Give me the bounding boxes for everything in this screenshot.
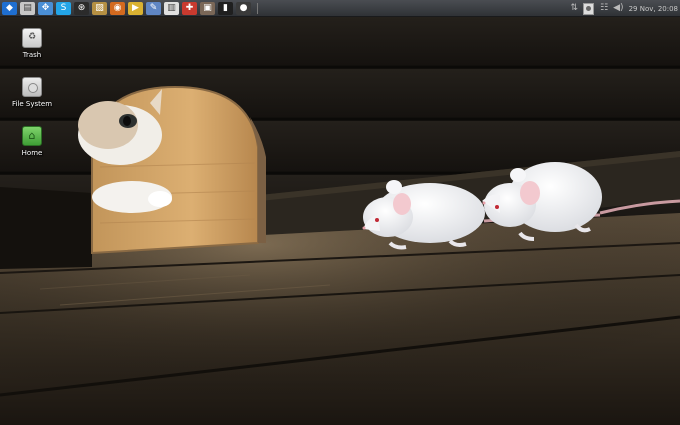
software-center-icon[interactable]: ✚ xyxy=(182,1,197,15)
trash-icon xyxy=(22,28,42,48)
steam-icon[interactable]: ⊛ xyxy=(74,1,89,15)
clock[interactable]: 29 Nov, 20:08 xyxy=(629,5,678,13)
home-desktop-icon[interactable]: Home xyxy=(2,126,62,157)
document-icon[interactable]: ▥ xyxy=(164,1,179,15)
file-system-icon xyxy=(22,77,42,97)
file-system-label: File System xyxy=(11,100,53,108)
top-panel: ◆ ▤ ✥ S ⊛ ▨ ◉ ▶ ✎ ▥ ✚ ▣ ▮ ● ⇅ ☷ ◀) 29 Nov, 20:08 xyxy=(0,0,680,17)
xfce-menu-icon[interactable]: ◆ xyxy=(2,1,17,15)
file-manager-icon[interactable]: ▤ xyxy=(20,1,35,15)
file-system-desktop-icon[interactable]: File System xyxy=(2,77,62,108)
panel-separator xyxy=(257,2,258,14)
trash-desktop-icon[interactable]: Trash xyxy=(2,28,62,59)
user-switch-icon[interactable] xyxy=(583,2,595,15)
text-editor-icon[interactable]: ✎ xyxy=(146,1,161,15)
settings-icon[interactable]: ● xyxy=(236,1,251,15)
skype-icon[interactable]: S xyxy=(56,1,71,15)
home-folder-icon xyxy=(22,126,42,146)
trash-label: Trash xyxy=(22,51,42,59)
network-settings-icon[interactable]: ✥ xyxy=(38,1,53,15)
image-viewer-icon[interactable]: ▨ xyxy=(92,1,107,15)
network-icon[interactable]: ☷ xyxy=(600,0,608,17)
firefox-icon[interactable]: ◉ xyxy=(110,1,125,15)
network-activity-icon[interactable]: ⇅ xyxy=(571,0,579,17)
system-tray: ⇅ ☷ ◀) 29 Nov, 20:08 xyxy=(571,0,680,17)
wallpaper-image xyxy=(0,17,680,425)
screenshot-icon[interactable]: ▣ xyxy=(200,1,215,15)
media-player-icon[interactable]: ▶ xyxy=(128,1,143,15)
launcher-bar: ◆ ▤ ✥ S ⊛ ▨ ◉ ▶ ✎ ▥ ✚ ▣ ▮ ● xyxy=(0,1,251,15)
terminal-icon[interactable]: ▮ xyxy=(218,1,233,15)
desktop-wallpaper xyxy=(0,17,680,425)
home-label: Home xyxy=(21,149,43,157)
volume-icon[interactable]: ◀) xyxy=(613,0,623,17)
